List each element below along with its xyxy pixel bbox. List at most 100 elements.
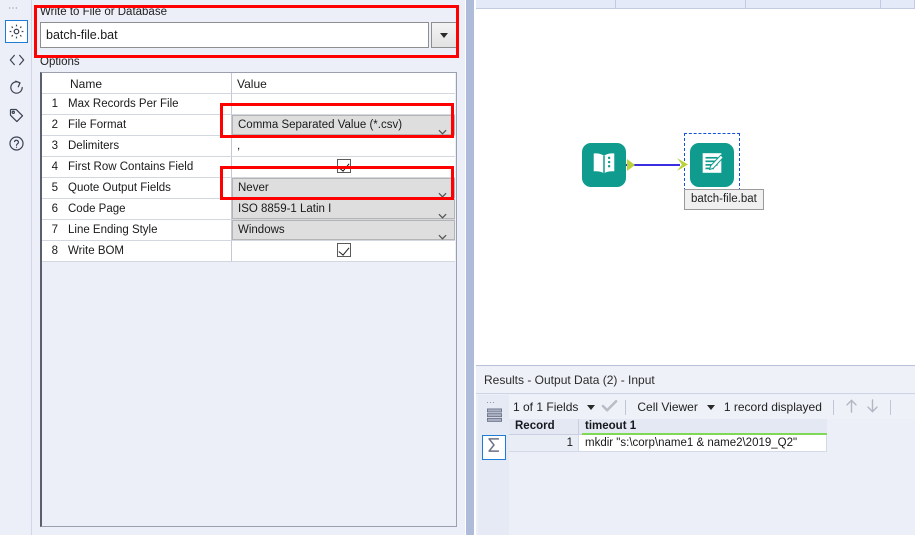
node-output-port[interactable] <box>627 159 635 171</box>
options-row-1[interactable]: 1 Max Records Per File <box>42 94 457 115</box>
row-number: 2 <box>42 115 62 136</box>
results-icon-rail: ⋯ <box>478 395 509 535</box>
workflow-canvas[interactable]: batch-file.bat <box>476 0 915 365</box>
rail-item-gear[interactable] <box>5 20 28 43</box>
chevron-down-icon[interactable] <box>587 404 596 410</box>
rail-item-refresh[interactable] <box>5 76 28 99</box>
document-pen-icon <box>698 149 726 182</box>
rail-item-help[interactable] <box>5 132 28 155</box>
toolbar-divider <box>625 399 627 415</box>
results-title: Results - Output Data (2) - Input <box>476 367 915 394</box>
results-header-timeout[interactable]: timeout 1 <box>579 419 827 435</box>
row-value-cell[interactable]: Windows <box>232 220 455 241</box>
row-name: Max Records Per File <box>62 94 232 115</box>
sigma-summary-icon <box>485 436 503 459</box>
row-number: 4 <box>42 157 62 178</box>
code-page-combo[interactable]: ISO 8859-1 Latin I <box>232 199 455 219</box>
results-grid: Record timeout 1 1 mkdir "s:\corp\name1 … <box>509 419 915 535</box>
chevron-down-icon <box>440 32 448 38</box>
refresh-icon <box>8 79 25 96</box>
options-label: Options <box>40 56 80 68</box>
checkmark-icon[interactable] <box>601 399 618 416</box>
rail-item-tag[interactable] <box>5 104 28 127</box>
header-name: Name <box>62 73 232 94</box>
header-value: Value <box>232 73 455 94</box>
row-name: File Format <box>62 115 232 136</box>
canvas-tab-strip[interactable] <box>476 0 915 9</box>
toolbar-divider <box>889 399 891 415</box>
results-panel: Results - Output Data (2) - Input ⋯ 1 of… <box>476 365 915 535</box>
options-row-6[interactable]: 6 Code Page ISO 8859-1 Latin I <box>42 199 457 220</box>
vertical-splitter[interactable] <box>465 0 475 535</box>
help-icon <box>8 135 25 152</box>
config-icon-rail: ⋯ <box>0 0 32 535</box>
rail-item-code[interactable] <box>5 48 28 71</box>
row-value-cell[interactable] <box>232 94 455 115</box>
options-row-7[interactable]: 7 Line Ending Style Windows <box>42 220 457 241</box>
row-number: 7 <box>42 220 62 241</box>
code-icon <box>8 52 26 68</box>
record-count-label: 1 record displayed <box>723 400 822 414</box>
output-data-node-label: batch-file.bat <box>684 189 764 210</box>
gear-icon <box>8 23 25 40</box>
row-value-cell[interactable]: Comma Separated Value (*.csv) <box>232 115 455 136</box>
options-grid: Name Value 1 Max Records Per File 2 File… <box>40 72 457 527</box>
results-cell-record: 1 <box>509 435 579 452</box>
row-value-cell[interactable]: Never <box>232 178 455 199</box>
canvas-tab-segment[interactable] <box>476 0 616 8</box>
records-list-icon <box>486 408 503 429</box>
line-ending-style-combo[interactable]: Windows <box>232 220 455 240</box>
options-row-8[interactable]: 8 Write BOM <box>42 241 457 262</box>
row-name: Code Page <box>62 199 232 220</box>
row-value-cell[interactable] <box>232 241 455 262</box>
options-row-2[interactable]: 2 File Format Comma Separated Value (*.c… <box>42 115 457 136</box>
row-value-cell[interactable]: , <box>232 136 455 157</box>
max-records-value[interactable] <box>232 98 237 110</box>
results-rail-summary[interactable] <box>482 435 506 460</box>
results-header-record[interactable]: Record <box>509 419 579 435</box>
row-name: Write BOM <box>62 241 232 262</box>
results-grid-row[interactable]: 1 mkdir "s:\corp\name1 & name2\2019_Q2" <box>509 435 915 452</box>
column-type-bar <box>582 433 827 435</box>
row-name: First Row Contains Field Names <box>62 157 232 193</box>
row-value-cell[interactable] <box>232 157 455 178</box>
fields-count-label[interactable]: 1 of 1 Fields <box>509 400 582 414</box>
canvas-tab-segment[interactable] <box>616 0 746 8</box>
write-to-file-label: Write to File or Database <box>40 6 167 17</box>
chevron-down-icon[interactable] <box>706 404 715 410</box>
quote-output-fields-combo[interactable]: Never <box>232 178 455 198</box>
canvas-tab-segment[interactable] <box>746 0 881 8</box>
arrow-up-icon[interactable] <box>844 398 859 417</box>
book-icon <box>589 149 619 182</box>
output-file-path-field[interactable]: batch-file.bat <box>40 22 429 48</box>
first-row-field-names-checkbox[interactable] <box>336 159 351 173</box>
results-grid-header: Record timeout 1 <box>509 419 915 435</box>
toolbar-divider <box>832 399 834 415</box>
row-number: 1 <box>42 94 62 115</box>
results-header-timeout-text: timeout 1 <box>585 420 637 432</box>
alteryx-window: ⋯ Write to File or Database batch-file.b… <box>0 0 915 535</box>
results-rail-records[interactable] <box>482 406 506 431</box>
config-panel: Write to File or Database batch-file.bat… <box>32 0 465 535</box>
row-value-cell[interactable]: ISO 8859-1 Latin I <box>232 199 455 220</box>
arrow-down-icon[interactable] <box>865 398 880 417</box>
options-row-5[interactable]: 5 Quote Output Fields Never <box>42 178 457 199</box>
row-name: Quote Output Fields <box>62 178 232 199</box>
cell-viewer-label[interactable]: Cell Viewer <box>633 400 701 414</box>
rail-drag-dots: ⋯ <box>8 3 19 14</box>
options-row-3[interactable]: 3 Delimiters , <box>42 136 457 157</box>
row-number: 8 <box>42 241 62 262</box>
row-number: 3 <box>42 136 62 157</box>
header-row-num <box>42 73 62 94</box>
row-name: Line Ending Style <box>62 220 232 241</box>
file-format-combo[interactable]: Comma Separated Value (*.csv) <box>232 115 455 135</box>
options-row-4[interactable]: 4 First Row Contains Field Names <box>42 157 457 193</box>
text-input-node[interactable] <box>582 143 626 187</box>
delimiters-value[interactable]: , <box>232 140 240 152</box>
results-cell-value[interactable]: mkdir "s:\corp\name1 & name2\2019_Q2" <box>579 435 827 452</box>
canvas-tab-segment[interactable] <box>881 0 915 8</box>
output-data-node[interactable] <box>690 143 734 187</box>
row-name: Delimiters <box>62 136 232 157</box>
output-file-dropdown-button[interactable] <box>431 22 457 48</box>
write-bom-checkbox[interactable] <box>336 243 351 257</box>
